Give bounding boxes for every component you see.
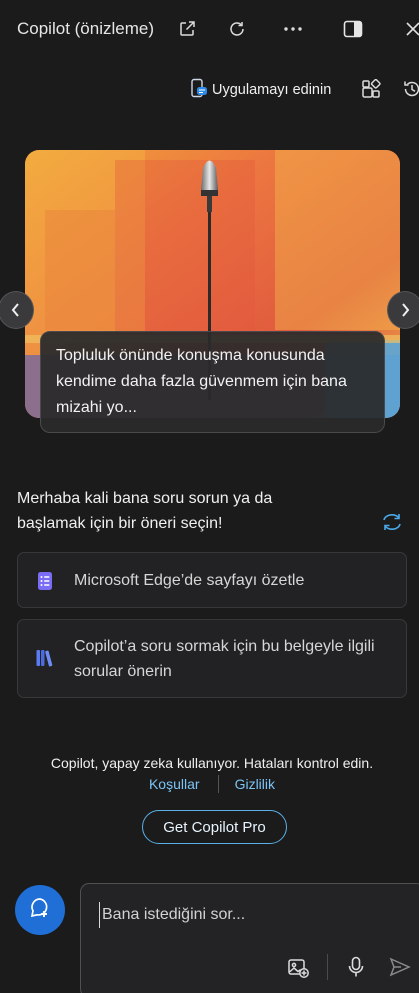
link-divider xyxy=(217,775,219,793)
suggestion-label: Microsoft Edge’de sayfayı özetle xyxy=(74,572,305,589)
open-in-new-window-icon[interactable] xyxy=(172,14,202,44)
composer-divider xyxy=(327,954,328,980)
send-icon[interactable] xyxy=(387,954,413,980)
refresh-icon[interactable] xyxy=(222,14,252,44)
greeting-text: Merhaba kali bana soru sorun ya da başla… xyxy=(17,490,273,532)
chat-composer xyxy=(80,883,419,993)
get-copilot-pro-button[interactable]: Get Copilot Pro xyxy=(142,810,287,844)
get-app-label: Uygulamayı edinin xyxy=(212,82,332,98)
suggestion-label: Copilot’a soru sormak için bu belgeyle i… xyxy=(74,638,375,680)
phone-chat-icon xyxy=(190,78,208,103)
apps-grid-icon[interactable] xyxy=(358,76,384,102)
carousel-next-button[interactable] xyxy=(387,291,419,329)
title-bar: Copilot (önizleme) xyxy=(0,0,419,58)
window-title: Copilot (önizleme) xyxy=(17,19,154,38)
hero-prompt-caption[interactable]: Topluluk önünde konuşma konusunda kendim… xyxy=(40,331,385,433)
new-topic-button[interactable] xyxy=(15,885,65,935)
copilot-sidebar: Copilot (önizleme) Uygulamayı edinin Top… xyxy=(0,0,419,993)
refresh-suggestions-icon[interactable] xyxy=(379,509,405,535)
suggestion-summarize-page[interactable]: Microsoft Edge’de sayfayı özetle xyxy=(17,552,407,608)
terms-link[interactable]: Koşullar xyxy=(149,776,200,792)
ai-disclaimer: Copilot, yapay zeka kullanıyor. Hataları… xyxy=(50,755,374,771)
history-icon[interactable] xyxy=(399,76,419,102)
legal-links: Koşullar Gizlilik xyxy=(0,775,419,793)
chat-input[interactable] xyxy=(99,902,399,928)
close-icon[interactable] xyxy=(398,14,419,44)
add-image-icon[interactable] xyxy=(285,954,311,980)
app-toolbar: Uygulamayı edinin xyxy=(0,72,419,106)
suggestion-document-questions[interactable]: Copilot’a soru sormak için bu belgeyle i… xyxy=(17,619,407,698)
new-chat-icon xyxy=(28,896,52,925)
split-view-icon[interactable] xyxy=(338,14,368,44)
books-icon xyxy=(35,648,55,668)
privacy-link[interactable]: Gizlilik xyxy=(235,776,275,792)
get-app-button[interactable]: Uygulamayı edinin xyxy=(190,78,331,102)
more-options-icon[interactable] xyxy=(278,14,308,44)
microphone-icon[interactable] xyxy=(343,954,369,980)
document-list-icon xyxy=(35,571,55,591)
